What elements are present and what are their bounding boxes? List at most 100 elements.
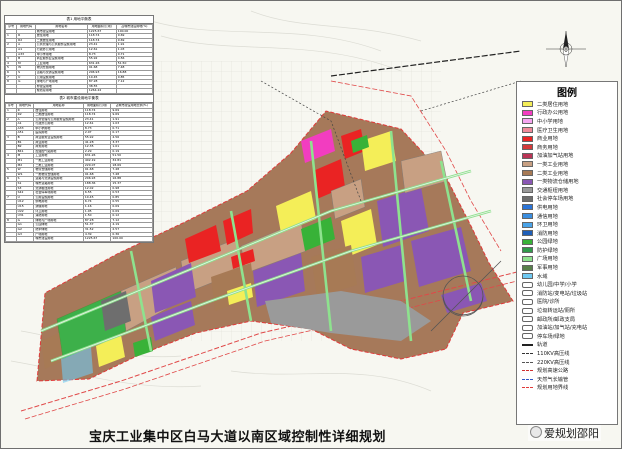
table-header-cell: 占城市建设用地(%): [115, 24, 154, 30]
legend-item: 二类居住用地: [517, 100, 617, 109]
legend-label: 二类工业用地: [537, 170, 569, 177]
legend-item: 行政办公用地: [517, 109, 617, 118]
legend-item: 供电用地: [517, 203, 617, 212]
legend-item: 规划用地界线: [517, 384, 617, 393]
legend-label: 一类物流仓储用地: [537, 179, 579, 186]
legend-item: 公园绿地: [517, 238, 617, 247]
urban-land-balance-table: 序号 用地代码 用地名称 用地面积(公顷) 占城市建设用地比例(%) 1 R 居住用地 118…: [5, 102, 153, 242]
legend-item: 环卫用地: [517, 220, 617, 229]
watermark-text: 爱规划邵阳: [544, 427, 599, 440]
legend-item: 消防站/变电站/垃圾站: [517, 289, 617, 298]
legend-swatch-icon: [522, 290, 533, 297]
legend-label: 轨道: [537, 342, 548, 349]
legend-item: 消防用地: [517, 229, 617, 238]
legend-label: 中小学用地: [537, 118, 563, 125]
legend-label: 供电用地: [537, 204, 558, 211]
legend-label: 水域: [537, 273, 548, 280]
legend-item: 交通枢纽用地: [517, 186, 617, 195]
legend-item: 垃圾转运站/厕所: [517, 306, 617, 315]
legend-label: 停车场/绿地: [537, 333, 565, 340]
legend-item: 一类物流仓储用地: [517, 177, 617, 186]
legend-label: 加油加气站用地: [537, 153, 574, 160]
legend-item: 医院/诊所: [517, 298, 617, 307]
legend-label: 幼儿园/中学/小学: [537, 282, 577, 289]
legend-swatch-icon: [522, 378, 533, 380]
legend-label: 规划高速公路: [537, 368, 569, 375]
legend-label: 110KV高压线: [537, 351, 570, 358]
legend-label: 公园绿地: [537, 239, 558, 246]
legend-swatch-icon: [522, 101, 533, 108]
legend-item: 二类工业用地: [517, 169, 617, 178]
legend-swatch-icon: [522, 353, 533, 355]
legend-swatch-icon: [522, 307, 533, 314]
legend-item: 社会停车场用地: [517, 195, 617, 204]
table-cell: [5, 236, 17, 242]
legend-label: 通信用地: [537, 213, 558, 220]
table-cell: [4, 88, 18, 94]
legend-swatch-icon: [522, 152, 533, 159]
legend-item: 加油站/加气站/充电站: [517, 323, 617, 332]
legend-item: 幼儿园/中学/小学: [517, 280, 617, 289]
legend-swatch-icon: [522, 127, 533, 134]
legend-label: 消防站/变电站/垃圾站: [537, 290, 588, 297]
legend-list: 二类居住用地 行政办公用地 中小学用地 医疗卫生用地 商业用地 商务用地加油加气站用地 一类…: [517, 100, 617, 392]
watermark: 爱规划邵阳: [528, 425, 601, 441]
land-balance-table: 序号 用地代码 用地名称 用地面积(公顷) 占城市建设用地(%) 城市建设用地 1225.…: [4, 24, 154, 94]
legend-swatch-icon: [522, 204, 533, 211]
legend-swatch-icon: [522, 230, 533, 237]
legend-swatch-icon: [522, 298, 533, 305]
legend-item: 220KV高压线: [517, 358, 617, 367]
table-cell: [15, 236, 35, 242]
legend-label: 规划用地界线: [537, 385, 569, 392]
legend-item: 通信用地: [517, 212, 617, 221]
legend-swatch-icon: [522, 273, 533, 280]
legend-swatch-icon: [522, 195, 533, 202]
legend-swatch-icon: [522, 370, 533, 372]
wechat-icon: [530, 426, 542, 438]
legend-swatch-icon: [522, 281, 533, 288]
legend-item: 水域: [517, 272, 617, 281]
legend-label: 社会停车场用地: [537, 196, 574, 203]
legend-label: 二类居住用地: [537, 101, 569, 108]
legend-swatch-icon: [522, 144, 533, 151]
legend-swatch-icon: [522, 161, 533, 168]
legend-label: 商务用地: [537, 144, 558, 151]
legend-swatch-icon: [522, 170, 533, 177]
legend-swatch-icon: [522, 221, 533, 228]
legend-swatch-icon: [522, 178, 533, 185]
legend-label: 防护绿地: [537, 247, 558, 254]
legend-swatch-icon: [522, 213, 533, 220]
legend-label: 交通枢纽用地: [537, 187, 569, 194]
map-title: 宝庆工业集中区白马大道以南区域控制性详细规划: [89, 430, 387, 445]
legend-item: 商业用地: [517, 134, 617, 143]
legend-item: 邮政所/邮政支局: [517, 315, 617, 324]
legend-swatch-icon: [522, 118, 533, 125]
legend-item: 广场用地: [517, 255, 617, 264]
legend-item: 医疗卫生用地: [517, 126, 617, 135]
map-legend: 图例 二类居住用地 行政办公用地 中小学用地 医疗卫生用地 商业用地 商务用地加油加气站用…: [516, 81, 618, 425]
legend-swatch-icon: [522, 109, 533, 116]
table-cell: [16, 88, 36, 94]
legend-item: 轨道: [517, 341, 617, 350]
land-use-tables: 表1 用地平衡表 序号 用地代码 用地名称 用地面积(公顷) 占城市建设用地(%) 城市…: [4, 15, 154, 243]
legend-label: 邮政所/邮政支局: [537, 316, 576, 323]
table-cell: 1264.22: [86, 88, 117, 94]
table-header-cell: 用地面积(公顷): [82, 102, 112, 109]
table2-title: 表2 城市建设用地平衡表: [5, 93, 153, 103]
legend-item: 停车场/绿地: [517, 332, 617, 341]
legend-title: 图例: [557, 88, 577, 99]
table-cell: 100.00: [110, 236, 153, 242]
legend-swatch-icon: [522, 135, 533, 142]
legend-label: 广场用地: [537, 256, 558, 263]
legend-label: 垃圾转运站/厕所: [537, 308, 576, 315]
legend-swatch-icon: [522, 255, 533, 262]
legend-swatch-icon: [522, 324, 533, 331]
legend-label: 军事用地: [537, 265, 558, 272]
table-cell: 1225.67: [82, 236, 112, 242]
legend-item: 一类工业用地: [517, 160, 617, 169]
legend-item: 加油加气站用地: [517, 152, 617, 161]
legend-item: 军事用地: [517, 263, 617, 272]
map-frame: 表1 用地平衡表 序号 用地代码 用地名称 用地面积(公顷) 占城市建设用地(%) 城市…: [0, 0, 622, 449]
table-header-cell: 占城市建设用地比例(%): [110, 102, 153, 109]
legend-label: 消防用地: [537, 230, 558, 237]
